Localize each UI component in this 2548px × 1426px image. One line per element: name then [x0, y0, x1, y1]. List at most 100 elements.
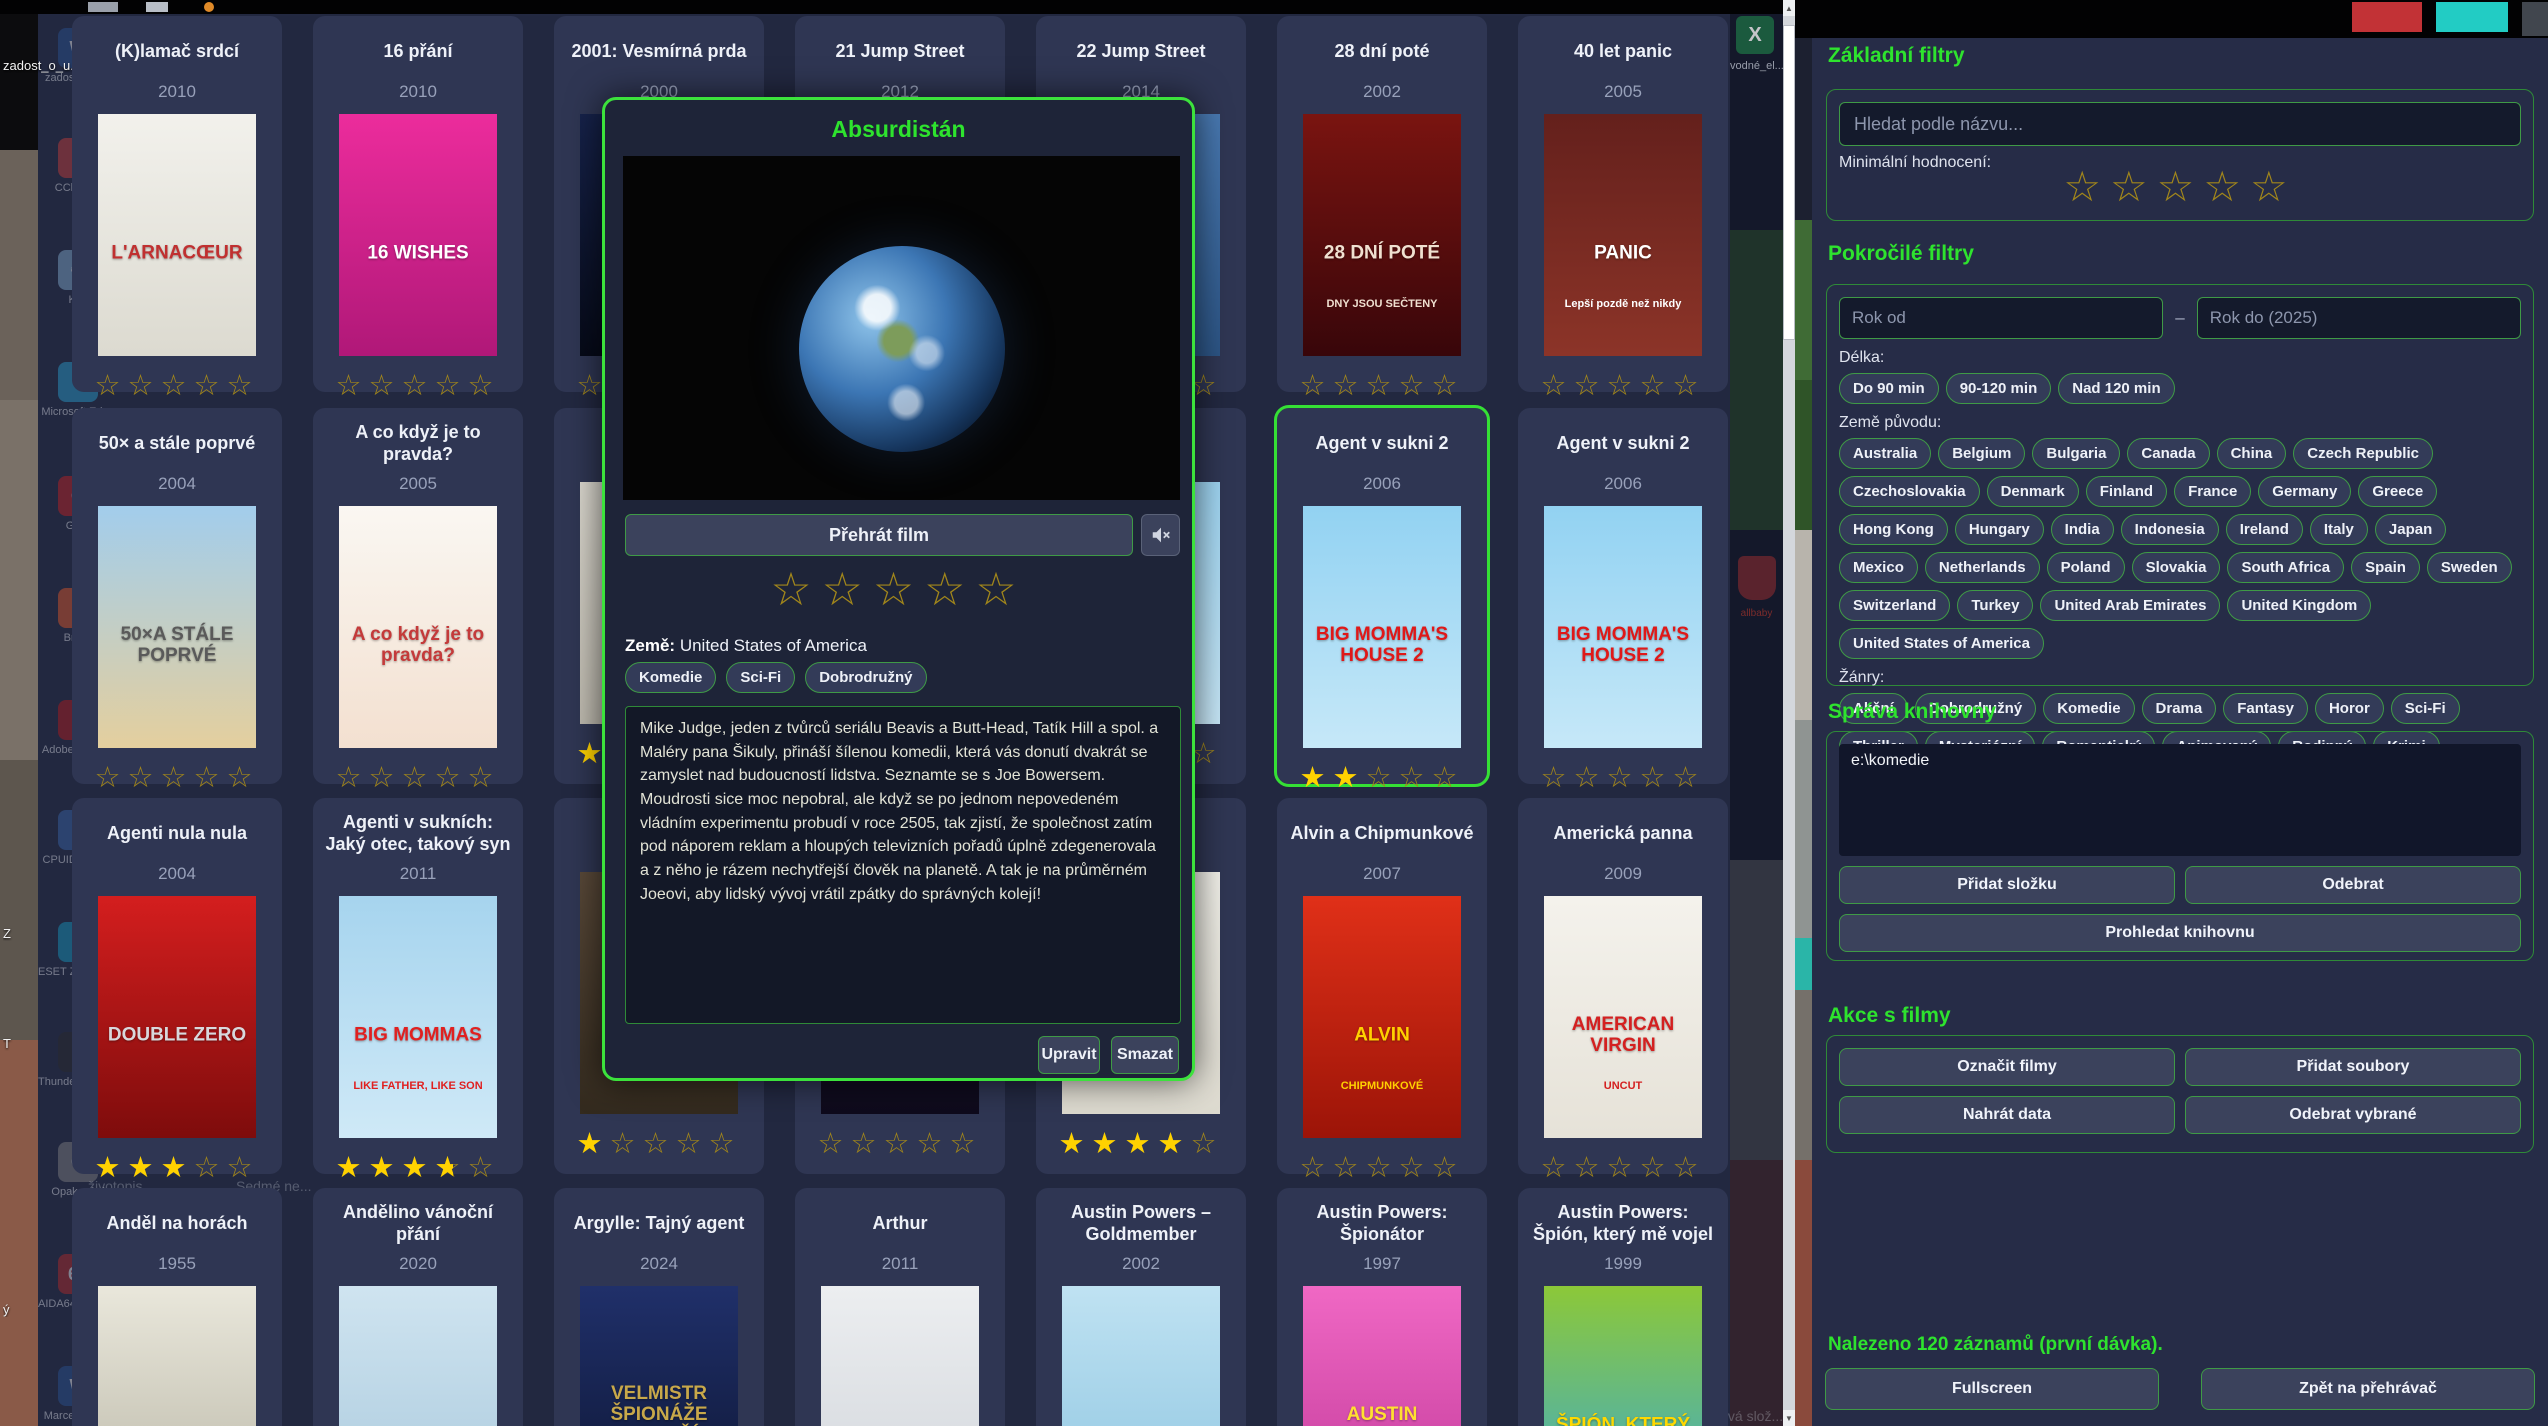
- star-icon[interactable]: ☆: [1300, 1150, 1333, 1185]
- star-icon[interactable]: ☆: [1191, 1126, 1224, 1161]
- star-icon[interactable]: ☆: [851, 1126, 884, 1161]
- rating-stars[interactable]: ☆☆☆☆☆: [313, 760, 523, 795]
- star-icon[interactable]: ☆: [1366, 368, 1399, 403]
- movie-card[interactable]: 16 přání201016 WISHES☆☆☆☆☆: [313, 16, 523, 392]
- star-icon[interactable]: ☆: [435, 368, 468, 403]
- star-icon[interactable]: ☆: [1366, 760, 1399, 795]
- star-icon[interactable]: ☆: [194, 1150, 227, 1185]
- star-icon[interactable]: ☆: [1607, 368, 1640, 403]
- rating-stars[interactable]: ☆☆☆☆☆: [72, 368, 282, 403]
- rating-stars[interactable]: ★★★★☆: [1036, 1126, 1246, 1161]
- play-movie-button[interactable]: Přehrát film: [625, 514, 1133, 556]
- library-folder-item[interactable]: e:\komedie: [1851, 752, 2509, 770]
- country-chip[interactable]: Denmark: [1987, 476, 2079, 507]
- country-chip[interactable]: Spain: [2351, 552, 2420, 583]
- star-icon[interactable]: ☆: [161, 760, 194, 795]
- country-chip[interactable]: South Africa: [2227, 552, 2344, 583]
- rating-stars[interactable]: ★☆☆☆☆: [554, 1126, 764, 1161]
- country-chip[interactable]: Italy: [2310, 514, 2368, 545]
- country-chip[interactable]: Germany: [2258, 476, 2351, 507]
- country-chip[interactable]: Belgium: [1938, 438, 2025, 469]
- movie-card[interactable]: Agent v sukni 22006BIG MOMMA'S HOUSE 2☆☆…: [1518, 408, 1728, 784]
- star-icon[interactable]: ☆: [1640, 368, 1673, 403]
- country-chip[interactable]: Netherlands: [1925, 552, 2040, 583]
- country-chip[interactable]: United States of America: [1839, 628, 2044, 659]
- star-icon[interactable]: ☆: [643, 1126, 676, 1161]
- star-icon[interactable]: ☆: [676, 1126, 709, 1161]
- rating-stars[interactable]: ★★★☆☆: [72, 1150, 282, 1185]
- star-icon[interactable]: ☆: [95, 760, 128, 795]
- vertical-scrollbar[interactable]: ▲ ▼: [1783, 0, 1795, 1426]
- country-chip[interactable]: Japan: [2375, 514, 2446, 545]
- scroll-up-icon[interactable]: ▲: [1783, 0, 1795, 16]
- rating-stars[interactable]: ★★★☆★☆: [313, 1150, 523, 1185]
- back-to-player-button[interactable]: Zpět na přehrávač: [2201, 1368, 2535, 1410]
- star-icon[interactable]: ☆: [468, 368, 501, 403]
- star-icon[interactable]: ☆: [402, 760, 435, 795]
- country-chip[interactable]: Hong Kong: [1839, 514, 1948, 545]
- genre-chip[interactable]: Sci-Fi: [2391, 693, 2460, 724]
- country-chip[interactable]: Ireland: [2226, 514, 2303, 545]
- star-icon[interactable]: ☆: [336, 760, 369, 795]
- star-icon[interactable]: ☆: [975, 562, 1026, 616]
- add-files-button[interactable]: Přidat soubory: [2185, 1048, 2521, 1086]
- star-icon[interactable]: ☆: [227, 368, 260, 403]
- star-icon[interactable]: ☆: [369, 368, 402, 403]
- country-chip[interactable]: Indonesia: [2121, 514, 2219, 545]
- country-chip[interactable]: Finland: [2086, 476, 2167, 507]
- star-icon[interactable]: ☆: [1640, 760, 1673, 795]
- genre-chip[interactable]: Drama: [2142, 693, 2217, 724]
- star-icon[interactable]: ☆: [336, 368, 369, 403]
- remove-selected-button[interactable]: Odebrat vybrané: [2185, 1096, 2521, 1134]
- movie-description[interactable]: Mike Judge, jeden z tvůrců seriálu Beavi…: [625, 706, 1181, 1024]
- country-chip[interactable]: Canada: [2127, 438, 2209, 469]
- country-chip[interactable]: Slovakia: [2132, 552, 2221, 583]
- star-icon[interactable]: ☆: [1541, 368, 1574, 403]
- star-icon[interactable]: ☆: [1399, 760, 1432, 795]
- star-icon[interactable]: ☆: [1640, 1150, 1673, 1185]
- country-chip[interactable]: Mexico: [1839, 552, 1918, 583]
- star-icon[interactable]: ☆: [1574, 1150, 1607, 1185]
- movie-card[interactable]: Agenti v sukních: Jaký otec, takový syn2…: [313, 798, 523, 1174]
- star-icon[interactable]: ☆: [2250, 166, 2297, 208]
- year-from-input[interactable]: Rok od: [1839, 297, 2163, 339]
- movie-card[interactable]: 40 let panic2005PANICLepší pozdě než nik…: [1518, 16, 1728, 392]
- star-icon[interactable]: ☆: [95, 368, 128, 403]
- country-chip[interactable]: United Arab Emirates: [2040, 590, 2220, 621]
- rating-stars[interactable]: ☆☆☆☆☆: [795, 1126, 1005, 1161]
- star-icon[interactable]: ☆: [194, 760, 227, 795]
- star-icon[interactable]: ☆: [128, 760, 161, 795]
- star-icon[interactable]: ☆: [468, 760, 501, 795]
- star-icon[interactable]: ★: [95, 1150, 128, 1185]
- star-icon[interactable]: ☆: [1432, 368, 1465, 403]
- star-icon[interactable]: ☆: [924, 562, 975, 616]
- star-icon[interactable]: ★: [1092, 1126, 1125, 1161]
- country-chip[interactable]: Greece: [2358, 476, 2437, 507]
- trailer-video[interactable]: [623, 156, 1180, 500]
- star-icon[interactable]: ★: [402, 1150, 435, 1185]
- star-icon[interactable]: ★: [1125, 1126, 1158, 1161]
- star-icon[interactable]: ☆: [1574, 760, 1607, 795]
- length-chip[interactable]: Do 90 min: [1839, 373, 1939, 404]
- country-chip[interactable]: Poland: [2047, 552, 2125, 583]
- star-icon[interactable]: ☆: [2157, 166, 2204, 208]
- star-icon[interactable]: ☆: [194, 368, 227, 403]
- edit-button[interactable]: Upravit: [1038, 1036, 1100, 1074]
- movie-card[interactable]: Austin Powers: Špionátor1997AUSTIN POWER…: [1277, 1188, 1487, 1426]
- star-icon[interactable]: ☆: [1607, 760, 1640, 795]
- star-icon[interactable]: ★: [577, 1126, 610, 1161]
- star-icon[interactable]: ☆: [1541, 760, 1574, 795]
- star-icon[interactable]: ☆: [1366, 1150, 1399, 1185]
- star-icon[interactable]: ☆: [1432, 760, 1465, 795]
- country-chip[interactable]: India: [2051, 514, 2114, 545]
- star-icon[interactable]: ☆: [227, 1150, 260, 1185]
- star-icon[interactable]: ☆: [128, 368, 161, 403]
- country-chip[interactable]: France: [2174, 476, 2251, 507]
- star-icon[interactable]: ☆: [1673, 760, 1706, 795]
- movie-card[interactable]: Austin Powers: Špión, který mě vojel1999…: [1518, 1188, 1728, 1426]
- remove-folder-button[interactable]: Odebrat: [2185, 866, 2521, 904]
- country-chip[interactable]: Switzerland: [1839, 590, 1950, 621]
- length-chip[interactable]: 90-120 min: [1946, 373, 2052, 404]
- country-chip[interactable]: Sweden: [2427, 552, 2512, 583]
- rating-stars[interactable]: ☆☆☆☆☆: [1277, 1150, 1487, 1185]
